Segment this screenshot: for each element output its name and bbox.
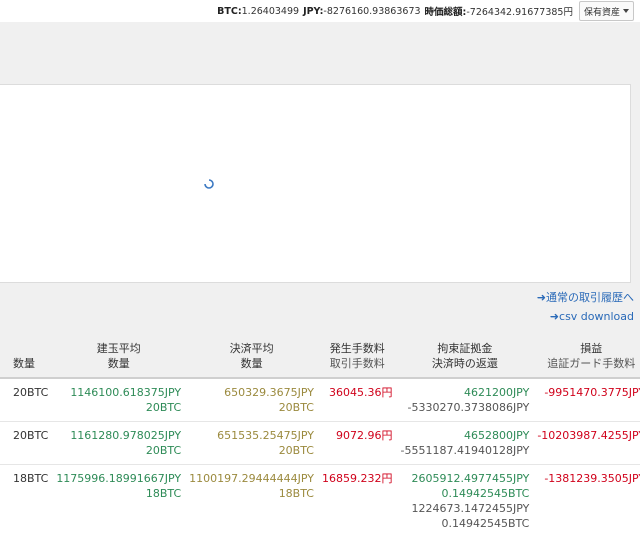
margin-cell: 2605912.4977455JPY0.14942545BTC1224673.1… [397,465,534,537]
positions-table: 数量 建玉平均数量 決済平均数量 発生手数料取引手数料 拘束証拠金決済時の返還 … [0,335,640,537]
arrow-right-icon: ➜ [537,291,546,304]
caret-down-icon [623,9,629,13]
loading-spinner-icon [204,179,214,189]
table-row: 18BTC 1175996.18991667JPY18BTC 1100197.2… [0,465,640,537]
account-summary-bar: BTC:1.26403499 JPY:-8276160.93863673 時価総… [0,0,640,22]
pnl-cell: -9951470.3775JPY [533,378,640,422]
fee-cell: 36045.36円 [318,378,397,422]
header-open-avg: 建玉平均数量 [52,335,185,378]
pnl-cell: -10203987.4255JPY [533,422,640,465]
close-avg-cell: 650329.3675JPY20BTC [185,378,318,422]
header-pnl: 損益追証ガード手数料 [533,335,640,378]
margin-cell: 4621200JPY-5330270.3738086JPY [397,378,534,422]
qty-cell: 20BTC [0,378,52,422]
fee-cell: 9072.96円 [318,422,397,465]
table-header-row: 数量 建玉平均数量 決済平均数量 発生手数料取引手数料 拘束証拠金決済時の返還 … [0,335,640,378]
qty-cell: 18BTC [0,465,52,537]
open-avg-cell: 1175996.18991667JPY18BTC [52,465,185,537]
arrow-right-icon: ➜ [550,310,559,323]
csv-download-link[interactable]: ➜csv download [537,309,634,328]
header-close-avg: 決済平均数量 [185,335,318,378]
open-avg-cell: 1146100.618375JPY20BTC [52,378,185,422]
close-avg-cell: 1100197.29444444JPY18BTC [185,465,318,537]
pnl-cell: -1381239.3505JPY [533,465,640,537]
holdings-dropdown[interactable]: 保有資産 [579,1,634,21]
chart-panel [0,84,631,283]
table-row: 20BTC 1161280.978025JPY20BTC 651535.2547… [0,422,640,465]
btc-balance: BTC:1.26403499 [217,6,299,17]
total-market-value: 時価総額:-7264342.91677385円 [425,4,573,18]
qty-cell: 20BTC [0,422,52,465]
header-qty: 数量 [0,335,52,378]
margin-cell: 4652800JPY-5551187.41940128JPY [397,422,534,465]
jpy-balance: JPY:-8276160.93863673 [303,6,420,17]
links-panel: ➜通常の取引履歴へ ➜csv download [537,290,634,328]
table-row: 20BTC 1146100.618375JPY20BTC 650329.3675… [0,378,640,422]
trade-history-link[interactable]: ➜通常の取引履歴へ [537,290,634,309]
header-fee: 発生手数料取引手数料 [318,335,397,378]
fee-cell: 16859.232円 [318,465,397,537]
open-avg-cell: 1161280.978025JPY20BTC [52,422,185,465]
header-margin: 拘束証拠金決済時の返還 [397,335,534,378]
close-avg-cell: 651535.25475JPY20BTC [185,422,318,465]
